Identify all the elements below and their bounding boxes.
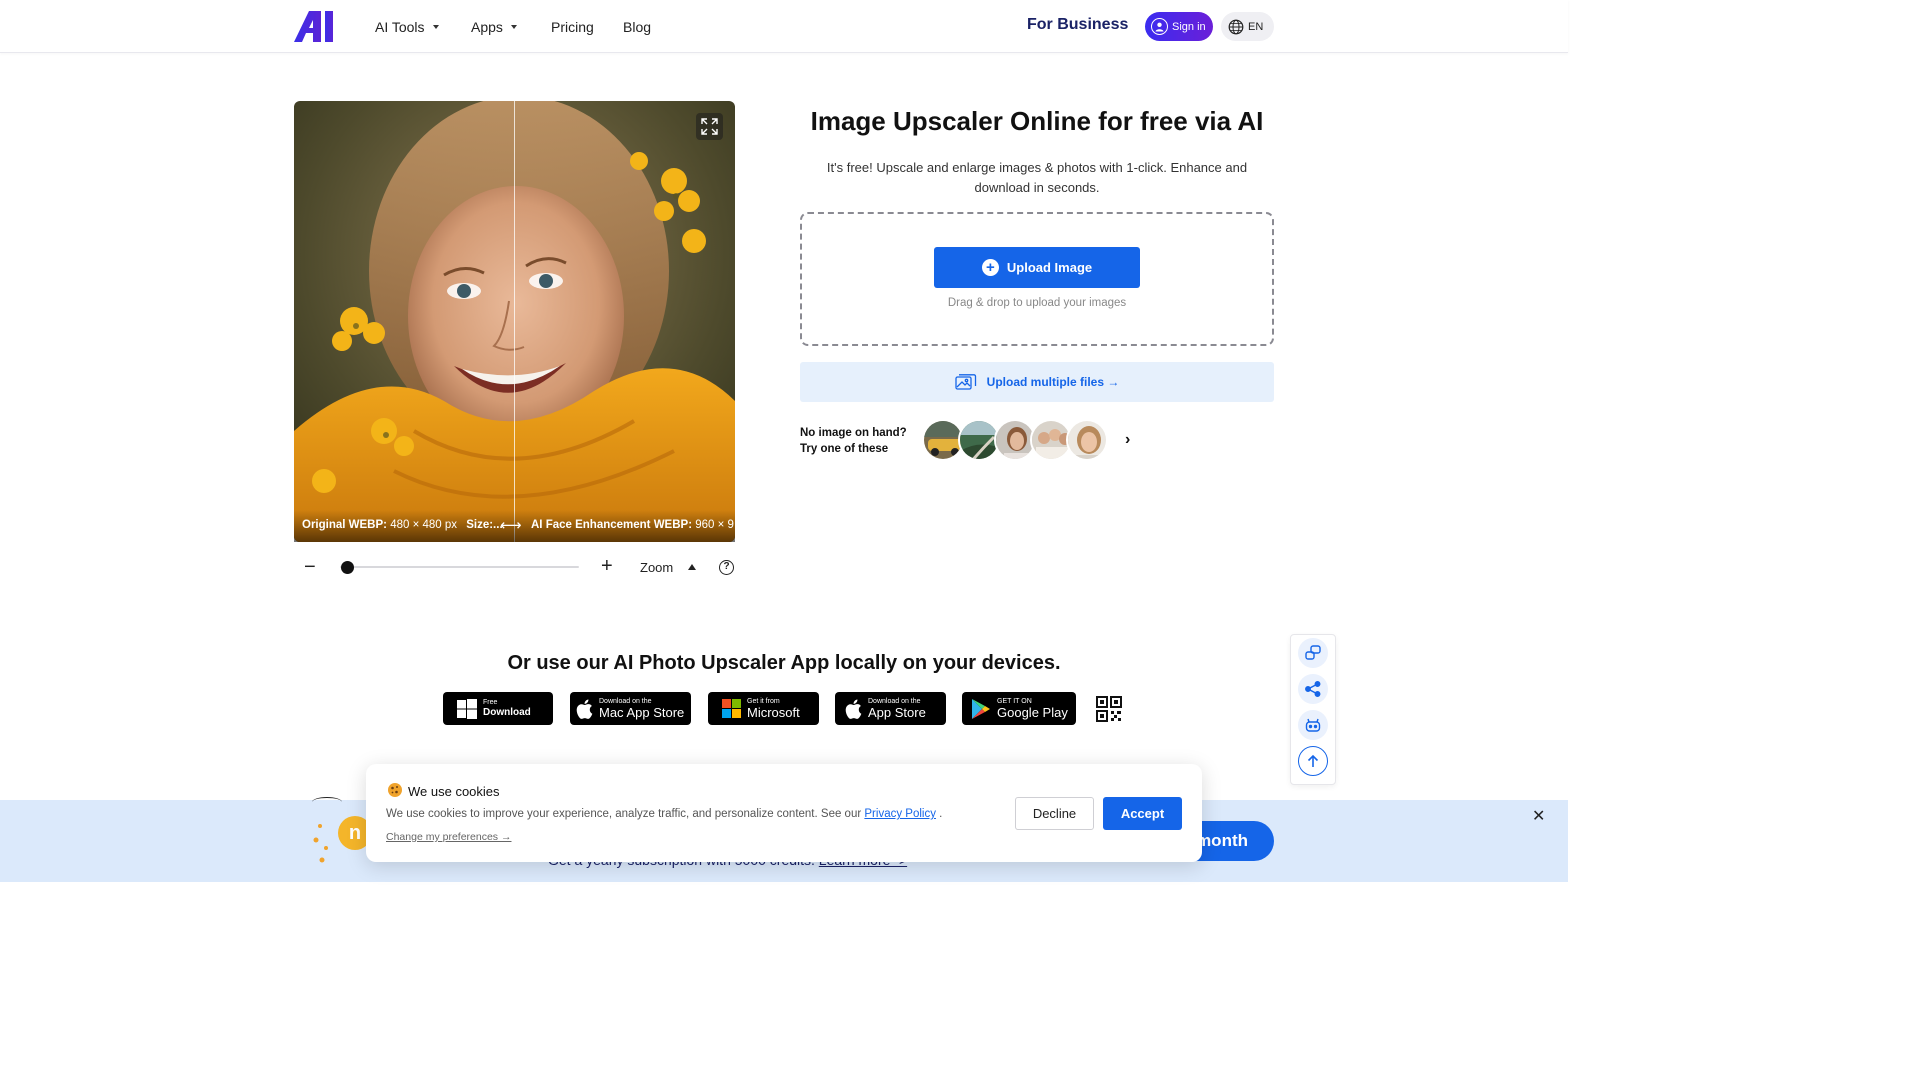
nav-ai-tools-label: AI Tools <box>375 18 425 35</box>
caret-down-icon <box>510 24 517 29</box>
promo-decoration <box>312 797 342 807</box>
sample-prompt-line2: Try one of these <box>800 443 889 455</box>
original-caption-size: Size:... <box>466 519 503 531</box>
upload-multiple-files-button[interactable]: Upload multiple files → <box>800 362 1274 402</box>
enhanced-caption-dimensions: 960 × 9... <box>695 519 744 531</box>
zoom-in-button[interactable]: + <box>601 555 613 577</box>
language-selector[interactable]: EN <box>1221 12 1274 41</box>
drag-drop-hint: Drag & drop to upload your images <box>947 297 1127 309</box>
images-stack-icon <box>955 373 976 390</box>
nav-blog-label: Blog <box>623 18 652 35</box>
chevron-right-icon[interactable]: › <box>1125 431 1130 449</box>
fullscreen-button[interactable] <box>696 113 723 140</box>
nav-ai-tools[interactable]: AI Tools <box>375 0 439 53</box>
nav-apps-label: Apps <box>471 18 503 35</box>
site-header <box>0 0 1568 53</box>
apple-icon <box>576 699 593 719</box>
arrow-up-icon <box>1307 754 1319 767</box>
ai-assistant-button[interactable] <box>1298 710 1328 740</box>
google-play-icon <box>972 698 990 719</box>
robot-icon <box>1305 718 1321 732</box>
google-play-button[interactable]: GET IT ON Google Play <box>962 692 1076 725</box>
nav-apps[interactable]: Apps <box>471 0 517 53</box>
change-preferences-link[interactable]: Change my preferences → <box>386 831 511 843</box>
sign-in-label: Sign in <box>1172 20 1206 33</box>
windows-download-button[interactable]: Free Download <box>443 692 553 725</box>
sample-image-portrait-girl[interactable] <box>1066 419 1108 461</box>
compare-divider-handle[interactable] <box>514 101 515 542</box>
microsoft-store-button[interactable]: Get it from Microsoft <box>708 692 819 725</box>
enhanced-caption: AI Face Enhancement WEBP: 960 × 9... <box>531 519 744 531</box>
upload-multiple-files-label: Upload multiple files → <box>986 375 1120 389</box>
microsoft-icon <box>722 699 741 718</box>
user-icon <box>1151 18 1168 35</box>
decline-button[interactable]: Decline <box>1015 797 1094 830</box>
cookie-body-period: . <box>939 808 943 820</box>
app-store-big: App Store <box>868 705 926 720</box>
back-to-top-button[interactable] <box>1298 746 1328 776</box>
nav-pricing[interactable]: Pricing <box>551 0 594 53</box>
help-icon[interactable]: ? <box>719 560 734 575</box>
sample-prompt-line1: No image on hand? <box>800 427 907 439</box>
nav-blog[interactable]: Blog <box>623 0 651 53</box>
swap-arrows-icon: ⟷ <box>500 517 522 534</box>
plus-circle-icon: + <box>981 259 999 276</box>
cookie-title: We use cookies <box>408 784 500 799</box>
cookie-description: We use cookies to improve your experienc… <box>386 808 942 820</box>
cookie-icon <box>388 783 402 797</box>
windows-store-big: Download <box>483 707 531 718</box>
qr-code-icon[interactable] <box>1096 696 1122 722</box>
share-icon <box>1305 681 1321 697</box>
for-business-link[interactable]: For Business <box>1027 16 1128 34</box>
app-store-button[interactable]: Download on the App Store <box>835 692 946 725</box>
cookie-body-text: We use cookies to improve your experienc… <box>386 808 862 820</box>
sign-in-button[interactable]: Sign in <box>1145 12 1213 41</box>
caret-up-icon[interactable] <box>688 564 696 570</box>
zoom-out-button[interactable]: − <box>304 556 318 578</box>
page-subtitle: It's free! Upscale and enlarge images & … <box>826 160 1248 195</box>
share-button[interactable] <box>1298 674 1328 704</box>
original-caption-label: Original WEBP: <box>302 519 387 531</box>
original-caption: Original WEBP: 480 × 480 px Size:... <box>302 519 503 531</box>
upload-image-label: Upload Image <box>1006 260 1093 275</box>
apple-icon <box>845 699 862 719</box>
globe-icon <box>1228 19 1244 34</box>
caret-down-icon <box>432 24 439 29</box>
zoom-slider-handle[interactable] <box>340 561 354 574</box>
privacy-policy-link[interactable]: Privacy Policy <box>864 808 936 820</box>
mac-store-big: Mac App Store <box>599 705 685 720</box>
windows-icon <box>457 698 477 719</box>
zoom-label[interactable]: Zoom <box>640 560 673 575</box>
microsoft-store-big: Microsoft <box>747 705 800 720</box>
expand-icon <box>701 118 718 135</box>
original-caption-dimensions: 480 × 480 px <box>390 519 458 531</box>
google-play-big: Google Play <box>997 705 1068 720</box>
feedback-button[interactable] <box>1298 638 1328 668</box>
accept-button[interactable]: Accept <box>1103 797 1182 830</box>
chat-icon <box>1305 645 1321 660</box>
sample-images-prompt: No image on hand? Try one of these <box>800 425 907 457</box>
page-title: Image Upscaler Online for free via AI <box>810 106 1264 136</box>
windows-store-small: Free <box>483 699 498 706</box>
nav-pricing-label: Pricing <box>551 18 594 35</box>
zoom-slider[interactable] <box>340 566 579 568</box>
upload-image-button[interactable]: + Upload Image <box>934 247 1140 288</box>
enhanced-caption-label: AI Face Enhancement WEBP: <box>531 519 693 531</box>
brand-logo[interactable] <box>294 11 340 42</box>
mac-app-store-button[interactable]: Download on the Mac App Store <box>570 692 691 725</box>
sparkle-dots-icon <box>313 824 328 863</box>
language-label: EN <box>1248 20 1264 33</box>
close-icon[interactable]: ✕ <box>1532 806 1545 826</box>
